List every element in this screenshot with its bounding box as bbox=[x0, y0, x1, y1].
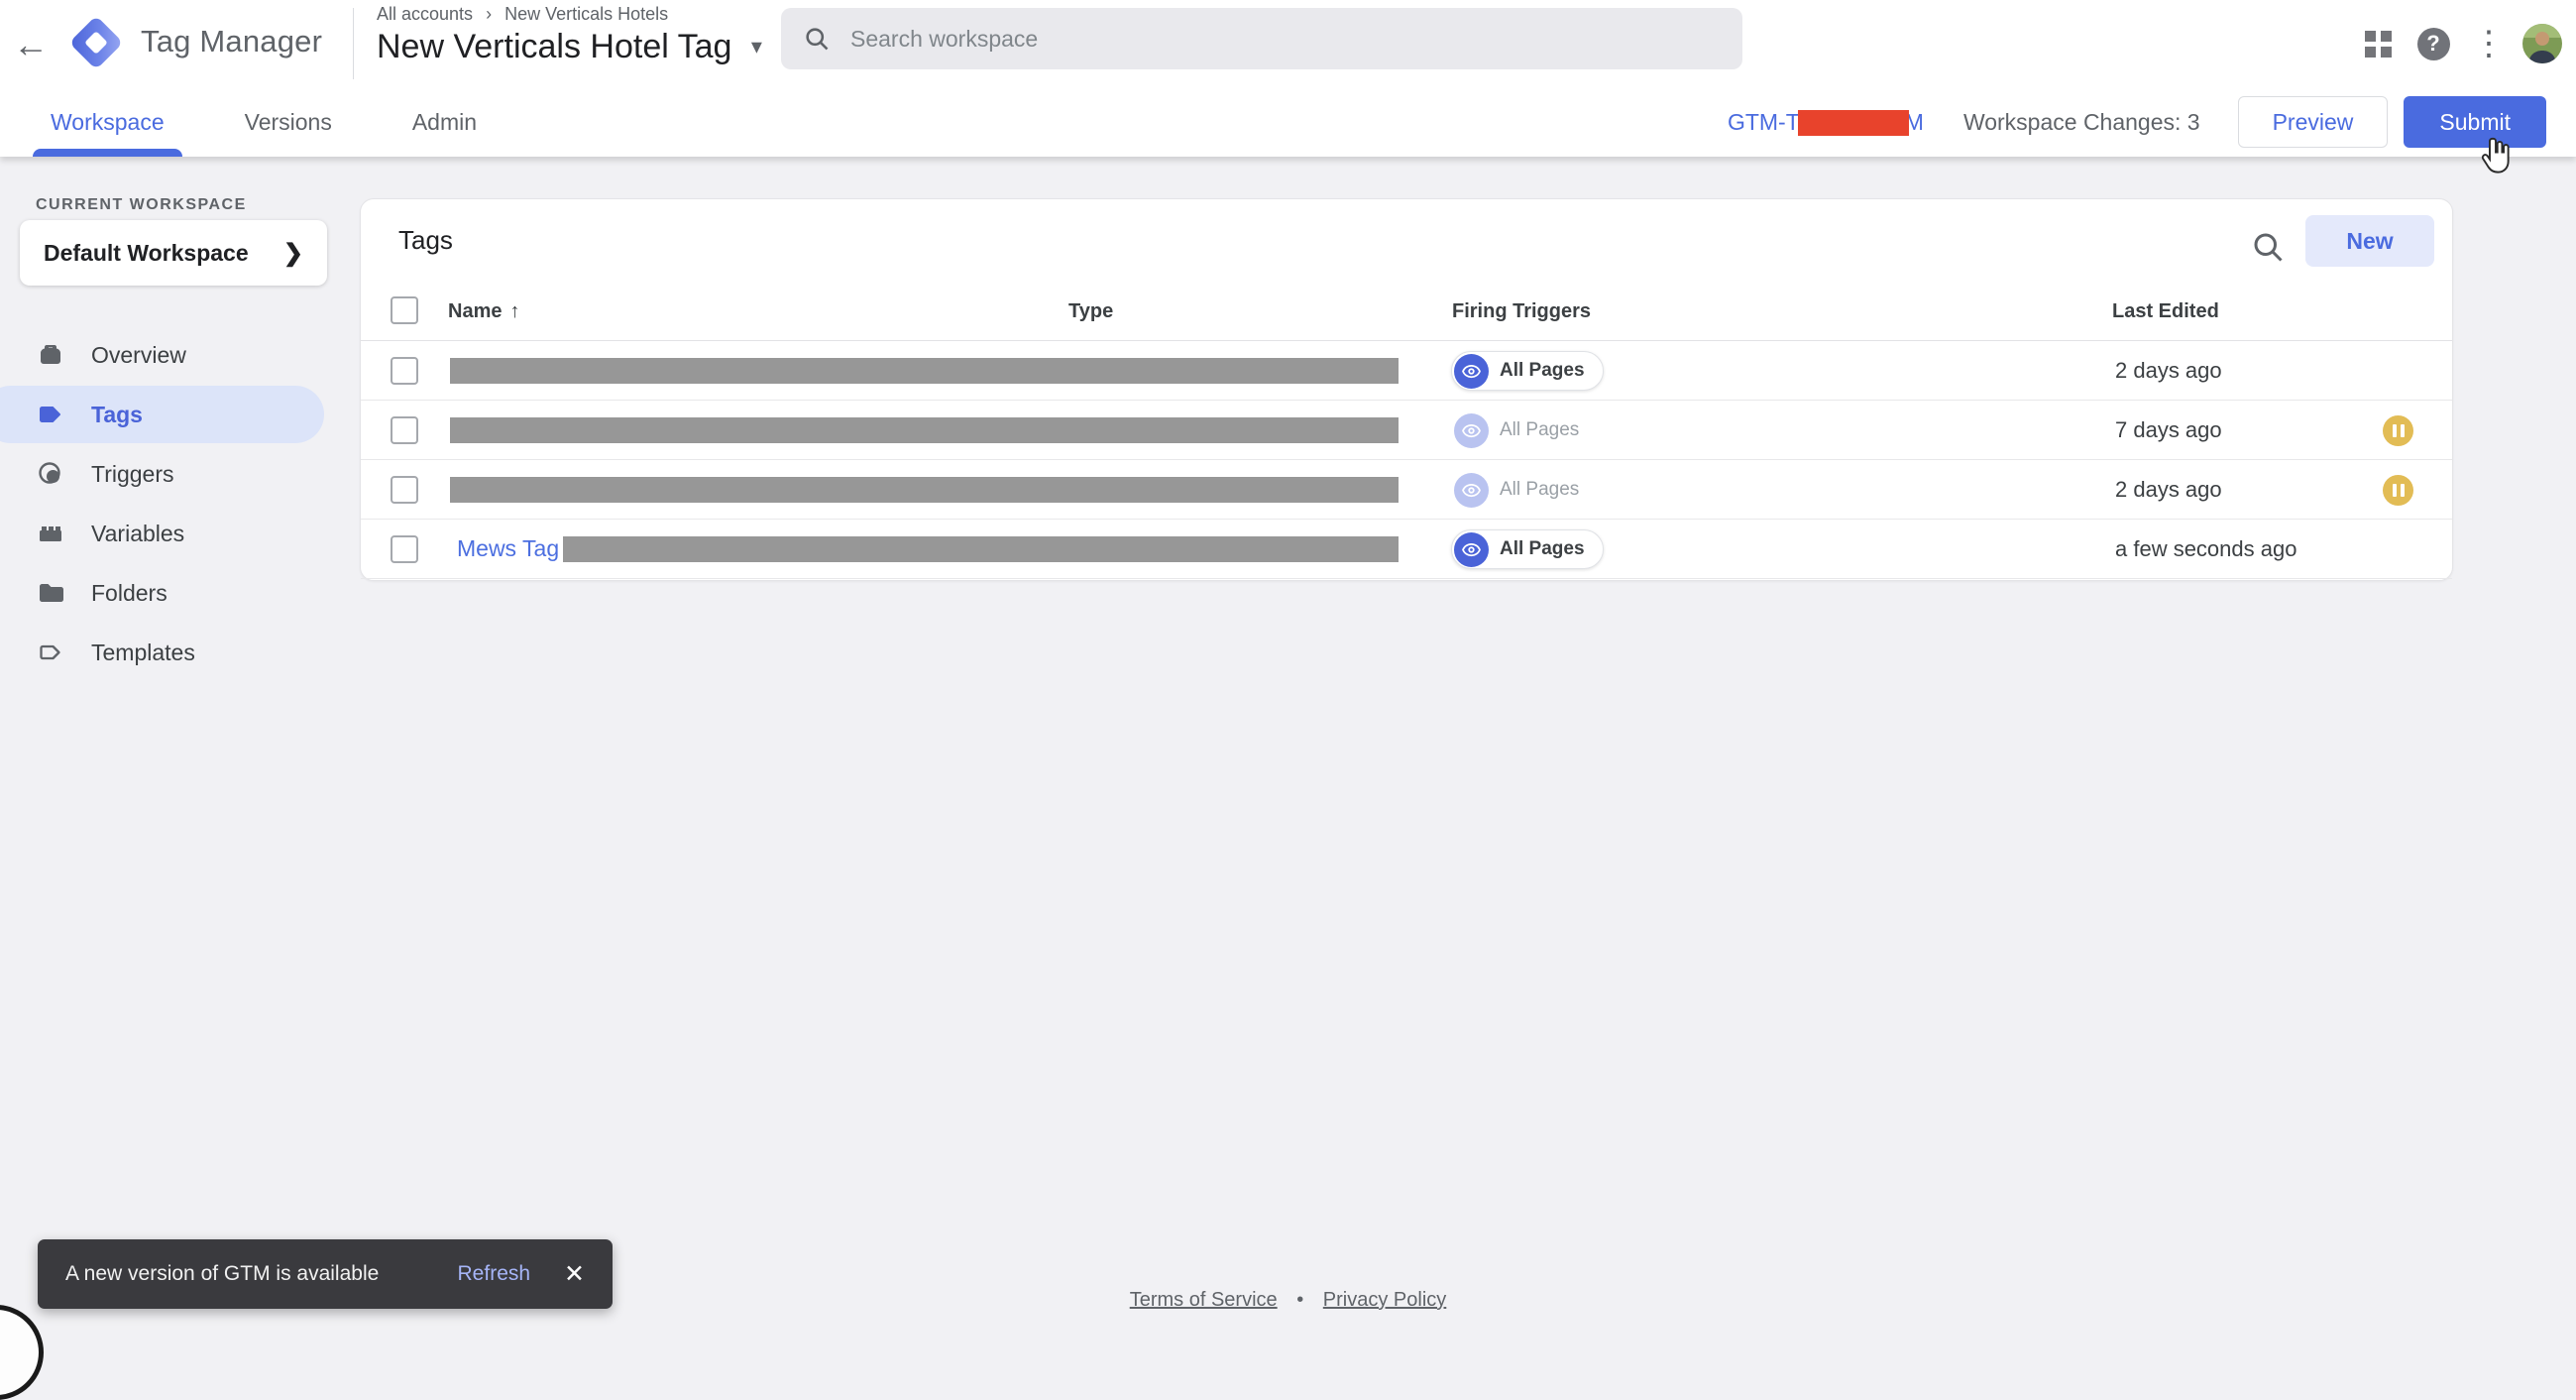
redacted-name-bar bbox=[450, 417, 1399, 443]
tag-row[interactable]: All Pages 2 days ago bbox=[361, 341, 2452, 401]
table-header: Name↑ Type Firing Triggers Last Edited bbox=[361, 294, 2452, 341]
sidebar: CURRENT WORKSPACE Default Workspace ❯ Ov… bbox=[0, 157, 337, 1343]
column-last-edited: Last Edited bbox=[2112, 300, 2219, 323]
eye-icon bbox=[1454, 354, 1489, 389]
tab-admin[interactable]: Admin bbox=[394, 87, 495, 157]
firing-trigger-chip[interactable]: All Pages bbox=[1451, 470, 1598, 510]
tag-icon bbox=[36, 400, 65, 429]
terms-of-service-link[interactable]: Terms of Service bbox=[1130, 1289, 1278, 1311]
tab-versions[interactable]: Versions bbox=[227, 87, 350, 157]
back-button[interactable]: ← bbox=[8, 22, 54, 67]
tags-panel: Tags New Name↑ Type Firing Triggers Last… bbox=[360, 198, 2453, 581]
sidebar-item-overview[interactable]: Overview bbox=[0, 325, 337, 385]
chevron-right-icon: ❯ bbox=[283, 239, 303, 268]
snackbar-message: A new version of GTM is available bbox=[65, 1262, 458, 1286]
folder-icon bbox=[36, 578, 65, 608]
workspace-name: Default Workspace bbox=[44, 240, 283, 267]
sidebar-item-triggers[interactable]: Triggers bbox=[0, 444, 337, 504]
redacted-name-bar bbox=[450, 358, 1399, 384]
trigger-icon bbox=[36, 459, 65, 489]
eye-icon bbox=[1454, 473, 1489, 508]
active-tab-underline bbox=[33, 149, 182, 157]
tag-row[interactable]: Mews Tag All Pages a few seconds ago bbox=[361, 520, 2452, 579]
last-edited: a few seconds ago bbox=[2115, 536, 2296, 562]
apps-grid-icon[interactable] bbox=[2350, 16, 2406, 71]
header-divider bbox=[353, 8, 354, 79]
template-icon bbox=[36, 638, 65, 667]
workspace-selector[interactable]: Default Workspace ❯ bbox=[20, 220, 327, 286]
back-arrow-icon: ← bbox=[13, 24, 49, 64]
breadcrumb-account[interactable]: New Verticals Hotels bbox=[504, 4, 668, 24]
breadcrumb: All accounts › New Verticals Hotels bbox=[377, 4, 762, 25]
sort-ascending-icon: ↑ bbox=[509, 300, 519, 322]
row-checkbox[interactable] bbox=[391, 535, 418, 563]
eye-icon bbox=[1454, 413, 1489, 448]
sidebar-item-folders[interactable]: Folders bbox=[0, 563, 337, 623]
last-edited: 7 days ago bbox=[2115, 417, 2222, 443]
column-type: Type bbox=[1068, 300, 1113, 323]
paused-icon bbox=[2383, 415, 2413, 446]
new-tag-button[interactable]: New bbox=[2305, 215, 2434, 267]
tag-row[interactable]: All Pages 2 days ago bbox=[361, 460, 2452, 520]
column-firing-triggers: Firing Triggers bbox=[1452, 300, 1591, 323]
container-id-link[interactable]: GTM-T M bbox=[1728, 109, 1924, 136]
help-icon[interactable]: ? bbox=[2406, 16, 2461, 71]
sidebar-item-templates[interactable]: Templates bbox=[0, 623, 337, 682]
tag-manager-logo-icon bbox=[65, 12, 127, 73]
refresh-link[interactable]: Refresh bbox=[458, 1262, 531, 1286]
last-edited: 2 days ago bbox=[2115, 358, 2222, 384]
row-checkbox[interactable] bbox=[391, 357, 418, 385]
redacted-name-bar bbox=[563, 536, 1399, 562]
search-icon bbox=[803, 25, 831, 53]
firing-trigger-chip[interactable]: All Pages bbox=[1451, 410, 1598, 450]
close-icon[interactable]: ✕ bbox=[564, 1259, 585, 1289]
container-dropdown-caret-icon: ▾ bbox=[751, 34, 762, 58]
workspace-tab-bar: Workspace Versions Admin GTM-T M Workspa… bbox=[0, 87, 2576, 157]
privacy-policy-link[interactable]: Privacy Policy bbox=[1323, 1289, 1446, 1311]
gtm-id-redaction bbox=[1798, 110, 1909, 136]
gtm-update-snackbar: A new version of GTM is available Refres… bbox=[38, 1239, 613, 1309]
current-workspace-label: CURRENT WORKSPACE bbox=[36, 196, 247, 214]
submit-button[interactable]: Submit bbox=[2404, 96, 2546, 148]
select-all-checkbox[interactable] bbox=[391, 296, 418, 324]
last-edited: 2 days ago bbox=[2115, 477, 2222, 503]
app-title: Tag Manager bbox=[141, 24, 322, 59]
container-title: New Verticals Hotel Tag bbox=[377, 28, 731, 65]
row-checkbox[interactable] bbox=[391, 476, 418, 504]
tags-search-icon[interactable] bbox=[2250, 229, 2286, 265]
column-name[interactable]: Name↑ bbox=[448, 300, 519, 323]
overview-icon bbox=[36, 340, 65, 370]
more-options-icon[interactable]: ⋮ bbox=[2461, 16, 2517, 71]
tag-row[interactable]: All Pages 7 days ago bbox=[361, 401, 2452, 460]
tab-workspace[interactable]: Workspace bbox=[33, 87, 182, 157]
redacted-name-bar bbox=[450, 477, 1399, 503]
row-checkbox[interactable] bbox=[391, 416, 418, 444]
breadcrumb-chevron-icon: › bbox=[486, 4, 492, 24]
breadcrumb-all-accounts[interactable]: All accounts bbox=[377, 4, 473, 24]
top-app-bar: ← Tag Manager All accounts › New Vertica… bbox=[0, 0, 2576, 87]
firing-trigger-chip[interactable]: All Pages bbox=[1451, 529, 1604, 569]
paused-icon bbox=[2383, 475, 2413, 506]
workspace-search-bar[interactable] bbox=[781, 8, 1742, 69]
tag-name-link[interactable]: Mews Tag bbox=[457, 535, 559, 562]
eye-icon bbox=[1454, 532, 1489, 567]
panel-title: Tags bbox=[398, 225, 453, 256]
firing-trigger-chip[interactable]: All Pages bbox=[1451, 351, 1604, 391]
sidebar-item-variables[interactable]: Variables bbox=[0, 504, 337, 563]
avatar[interactable] bbox=[2522, 24, 2562, 63]
sidebar-item-tags[interactable]: Tags bbox=[0, 385, 337, 444]
container-selector[interactable]: New Verticals Hotel Tag ▾ bbox=[377, 28, 762, 66]
variables-icon bbox=[36, 519, 65, 548]
footer-separator: • bbox=[1296, 1289, 1303, 1311]
preview-button[interactable]: Preview bbox=[2238, 96, 2389, 148]
search-input[interactable] bbox=[850, 26, 1721, 53]
workspace-changes-label: Workspace Changes: 3 bbox=[1963, 109, 2200, 136]
